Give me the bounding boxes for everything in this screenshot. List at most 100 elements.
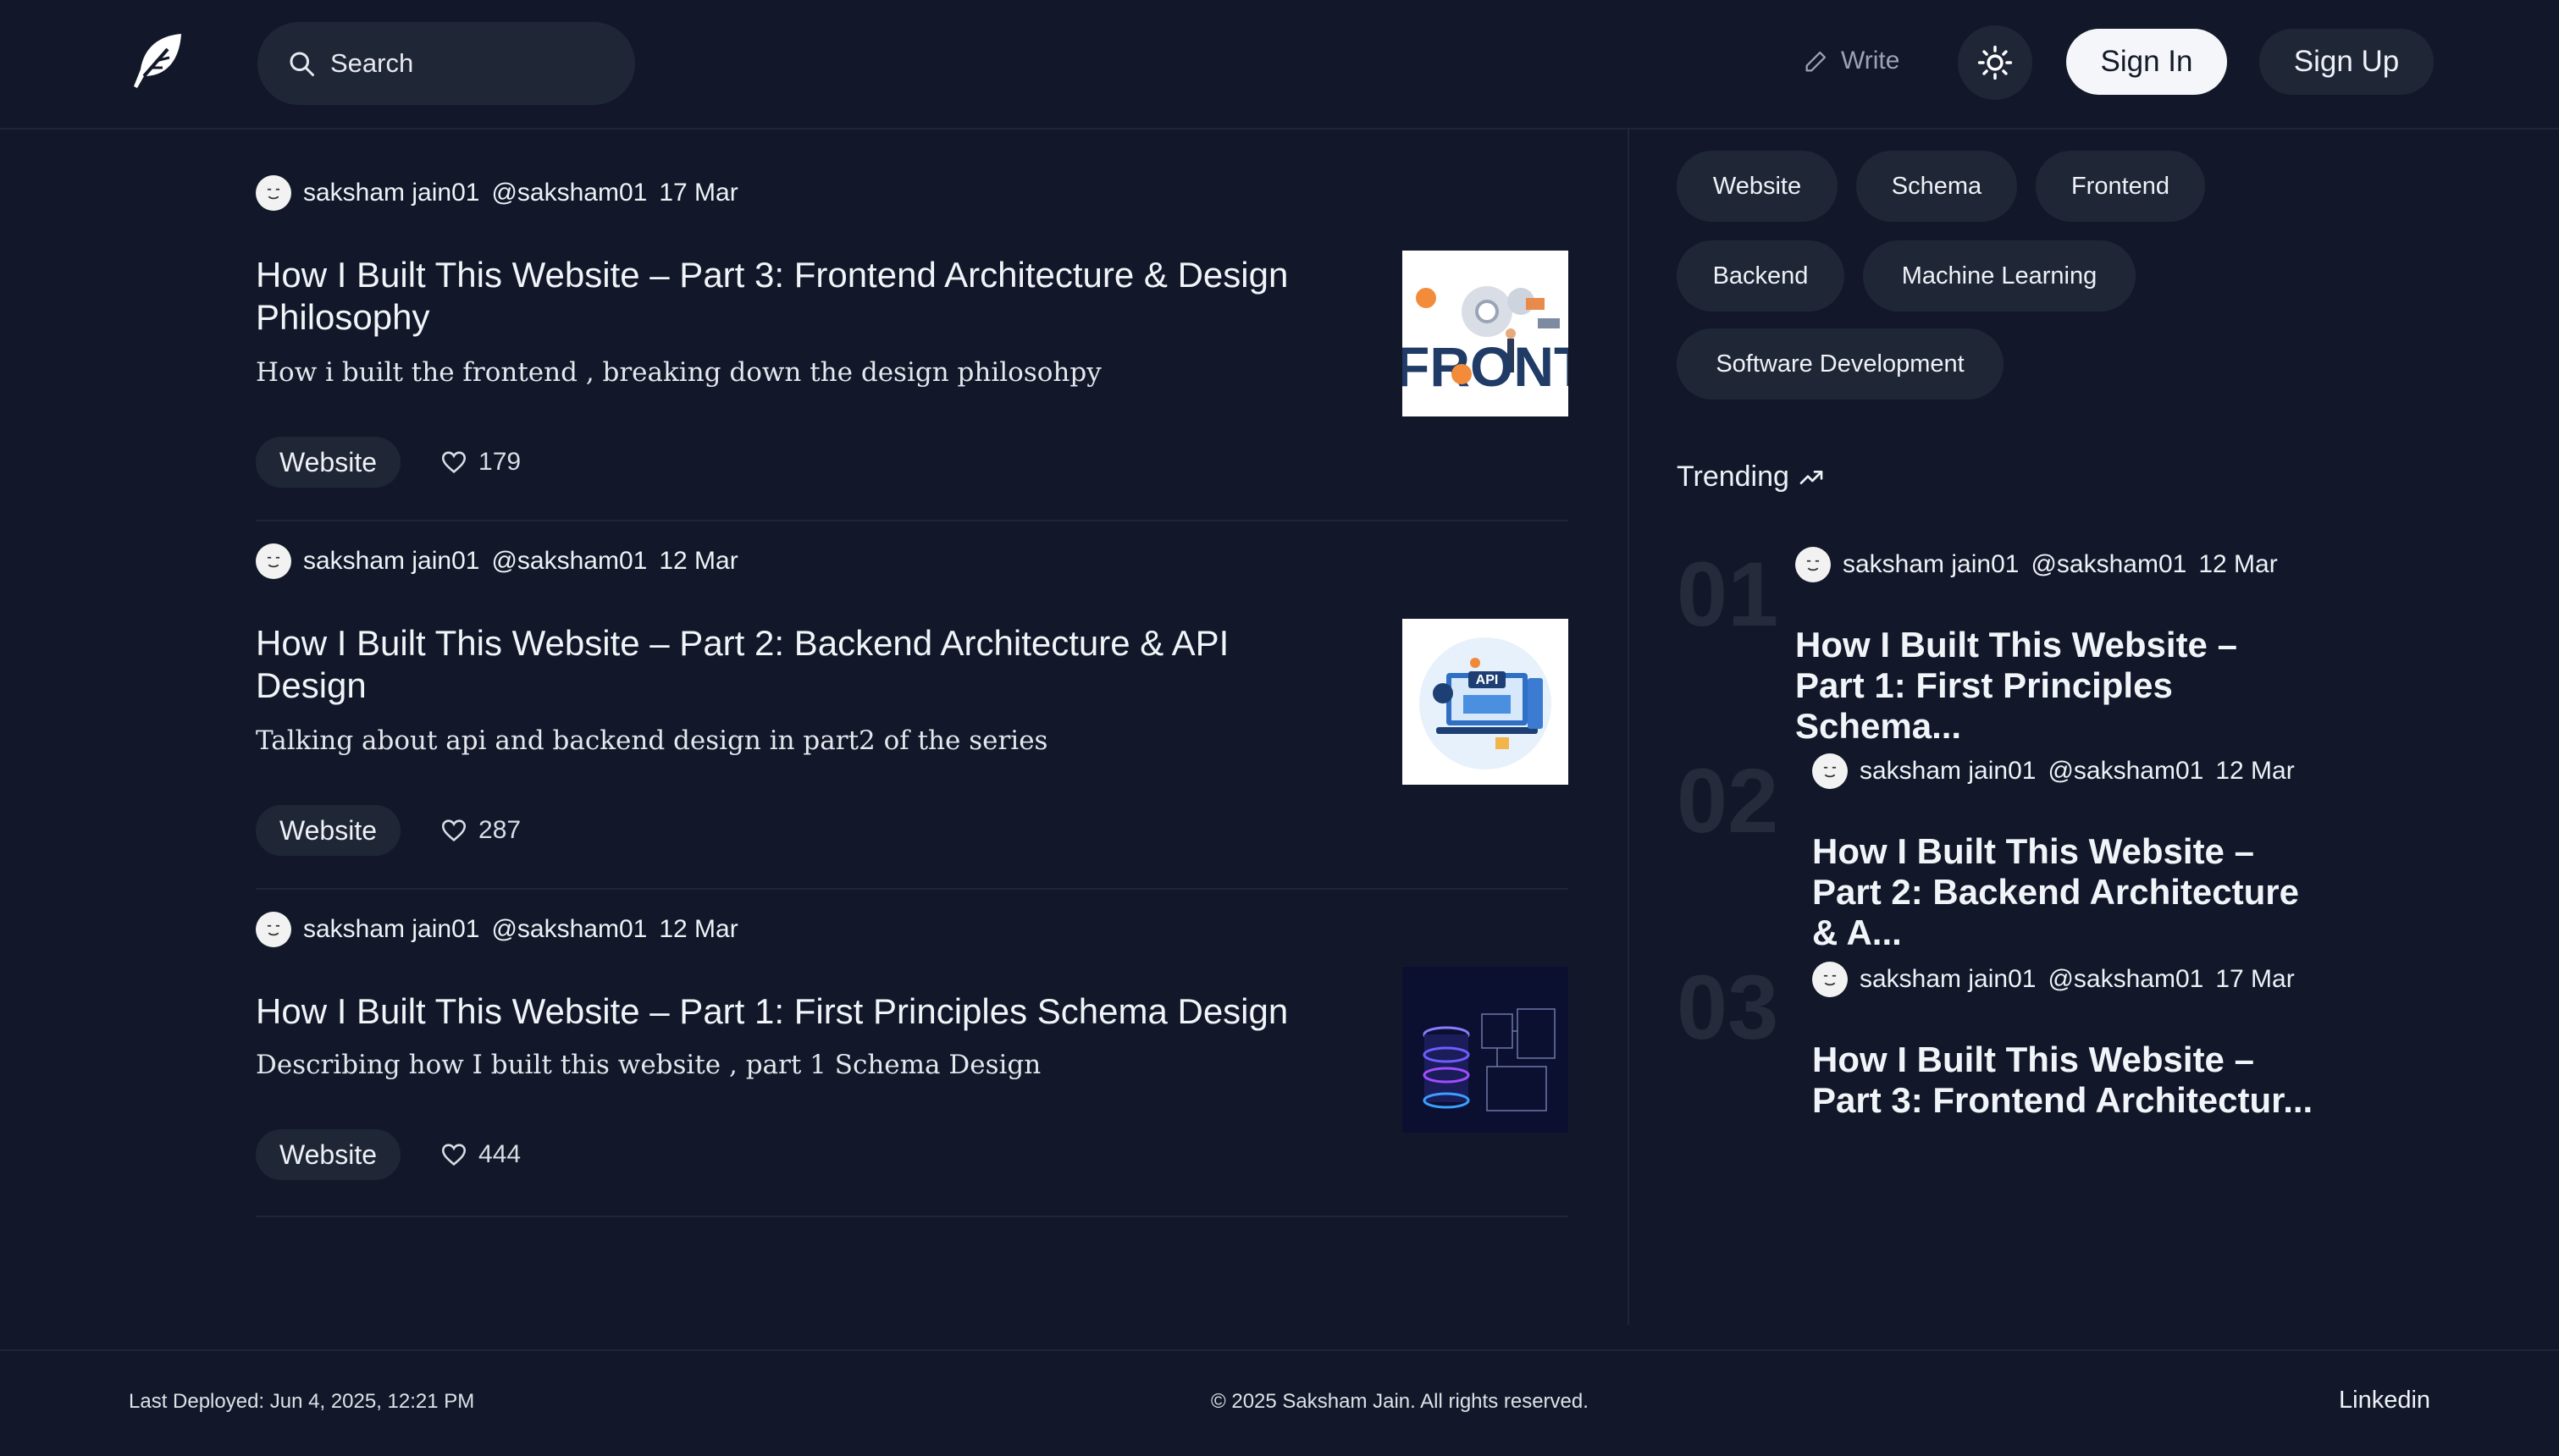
footer: Last Deployed: Jun 4, 2025, 12:21 PM © 2… [0, 1349, 2559, 1456]
author-handle[interactable]: @saksham01 [2048, 965, 2203, 994]
like-count: 179 [478, 448, 522, 476]
like-button[interactable]: 179 [439, 448, 521, 477]
author-name[interactable]: saksham jain01 [303, 915, 479, 944]
avatar [1795, 547, 1831, 582]
post-subtitle: How i built the frontend , breaking down… [256, 357, 1102, 388]
post-thumbnail[interactable]: FRONTEND [1402, 251, 1568, 416]
trending-post-title[interactable]: How I Built This Website – Part 3: Front… [1812, 1040, 2320, 1121]
tag-schema[interactable]: Schema [1856, 151, 2017, 222]
post-date: 17 Mar [659, 179, 738, 207]
avatar [256, 175, 291, 211]
post-meta: saksham jain01 @saksham01 12 Mar [256, 911, 738, 948]
post-card[interactable]: saksham jain01 @saksham01 17 Mar How I B… [256, 174, 1568, 521]
trending-heading: Trending [1677, 461, 1825, 494]
author-handle[interactable]: @saksham01 [2048, 757, 2203, 786]
like-button[interactable]: 444 [439, 1140, 521, 1169]
face-avatar-icon [261, 180, 286, 206]
face-avatar-icon [1800, 552, 1826, 577]
post-divider [256, 1216, 1568, 1217]
trending-label: Trending [1677, 461, 1789, 493]
post-date: 12 Mar [2215, 757, 2295, 785]
like-count: 287 [478, 816, 522, 844]
linkedin-link[interactable]: Linkedin [2339, 1387, 2430, 1415]
heart-icon [441, 1144, 467, 1166]
post-subtitle: Describing how I built this website , pa… [256, 1050, 1042, 1080]
like-button[interactable]: 287 [439, 816, 521, 845]
copyright-text: © 2025 Saksham Jain. All rights reserved… [1211, 1390, 1589, 1413]
post-meta: saksham jain01 @saksham01 17 Mar [256, 174, 738, 212]
heart-icon [441, 451, 467, 473]
post-thumbnail[interactable]: API [1402, 619, 1568, 785]
author-handle[interactable]: @saksham01 [491, 915, 647, 944]
face-avatar-icon [261, 917, 286, 942]
post-date: 12 Mar [2198, 550, 2278, 578]
post-card[interactable]: saksham jain01 @saksham01 12 Mar How I B… [256, 543, 1568, 890]
tag-machine-learning[interactable]: Machine Learning [1863, 240, 2136, 312]
feather-logo-icon[interactable] [125, 29, 190, 93]
search-icon [290, 52, 314, 76]
search-input[interactable] [330, 48, 618, 79]
post-tag[interactable]: Website [256, 437, 401, 488]
face-avatar-icon [1817, 758, 1843, 784]
tag-frontend[interactable]: Frontend [2036, 151, 2205, 222]
post-title[interactable]: How I Built This Website – Part 2: Backe… [256, 622, 1323, 707]
post-footer: Website 287 [256, 805, 521, 856]
face-avatar-icon [261, 549, 286, 574]
author-name[interactable]: saksham jain01 [303, 179, 479, 207]
theme-toggle-button[interactable] [1958, 25, 2032, 100]
trending-rank: 03 [1677, 956, 1779, 1058]
post-footer: Website 444 [256, 1129, 521, 1180]
post-divider [256, 520, 1568, 521]
heart-icon [441, 819, 467, 841]
author-handle[interactable]: @saksham01 [2031, 550, 2186, 579]
tag-website[interactable]: Website [1677, 151, 1838, 222]
write-label: Write [1841, 47, 1900, 74]
author-handle[interactable]: @saksham01 [491, 547, 647, 576]
api-illustration: API [1402, 619, 1568, 785]
author-name[interactable]: saksham jain01 [303, 547, 479, 576]
sign-up-button[interactable]: Sign Up [2259, 29, 2434, 95]
trending-meta: saksham jain01 @saksham01 12 Mar [1795, 547, 2278, 582]
frontend-illustration: FRONTEND [1402, 251, 1568, 416]
post-divider [256, 888, 1568, 890]
search-bar[interactable] [257, 22, 635, 105]
author-name[interactable]: saksham jain01 [1860, 757, 2036, 786]
avatar [1812, 753, 1848, 789]
trending-post-title[interactable]: How I Built This Website – Part 1: First… [1795, 625, 2303, 747]
avatar [256, 912, 291, 947]
post-tag[interactable]: Website [256, 1129, 401, 1180]
post-date: 12 Mar [659, 915, 738, 943]
edit-icon [1805, 51, 1827, 72]
trending-rank: 02 [1677, 749, 1779, 852]
trending-meta: saksham jain01 @saksham01 12 Mar [1812, 753, 2295, 789]
trending-post-title[interactable]: How I Built This Website – Part 2: Backe… [1812, 831, 2320, 953]
avatar [256, 543, 291, 579]
face-avatar-icon [1817, 967, 1843, 992]
trending-rank: 01 [1677, 543, 1779, 645]
post-title[interactable]: How I Built This Website – Part 1: First… [256, 990, 1323, 1033]
post-card[interactable]: saksham jain01 @saksham01 12 Mar How I B… [256, 911, 1568, 1217]
post-meta: saksham jain01 @saksham01 12 Mar [256, 543, 738, 580]
schema-illustration [1402, 967, 1568, 1133]
post-date: 17 Mar [2215, 965, 2295, 993]
post-footer: Website 179 [256, 437, 521, 488]
author-name[interactable]: saksham jain01 [1843, 550, 2019, 579]
post-tag[interactable]: Website [256, 805, 401, 856]
avatar [1812, 962, 1848, 997]
tag-backend[interactable]: Backend [1677, 240, 1844, 312]
top-navbar: Write Sign In Sign Up [0, 0, 2559, 130]
thumb-text: API [1476, 673, 1499, 687]
like-count: 444 [478, 1140, 522, 1168]
thumb-text: FRONTEND [1402, 335, 1568, 398]
last-deployed-text: Last Deployed: Jun 4, 2025, 12:21 PM [129, 1390, 475, 1413]
tag-software-development[interactable]: Software Development [1677, 328, 2004, 400]
sign-in-button[interactable]: Sign In [2066, 29, 2227, 95]
author-handle[interactable]: @saksham01 [491, 179, 647, 207]
write-button[interactable]: Write [1802, 41, 1899, 81]
author-name[interactable]: saksham jain01 [1860, 965, 2036, 994]
sun-icon [1977, 45, 2013, 80]
trending-meta: saksham jain01 @saksham01 17 Mar [1812, 962, 2295, 997]
trending-up-icon [1799, 470, 1823, 484]
post-thumbnail[interactable] [1402, 967, 1568, 1133]
post-title[interactable]: How I Built This Website – Part 3: Front… [256, 254, 1323, 339]
